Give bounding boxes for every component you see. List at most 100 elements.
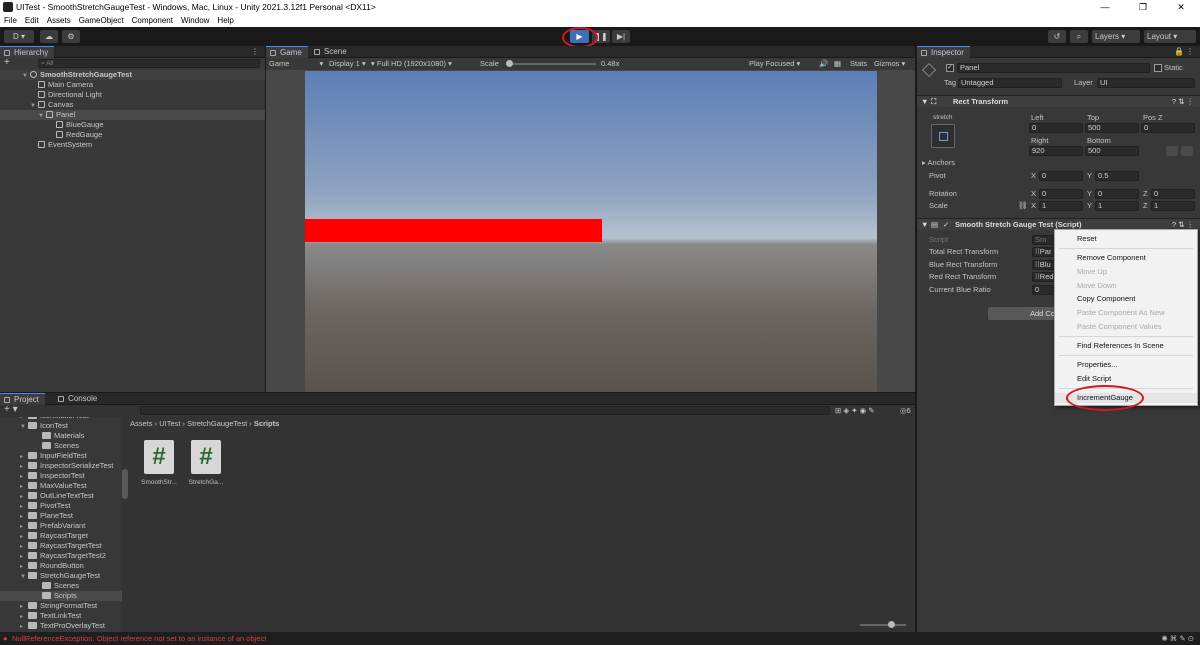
game-mode-dropdown[interactable]: Game ▾	[269, 58, 323, 70]
pivot-y-field[interactable]: 0.5	[1095, 171, 1139, 181]
folder-item[interactable]: ▼ StretchGaugeTest	[0, 571, 122, 581]
component-menu-icon[interactable]: ? ⇅ ⋮	[1172, 96, 1194, 108]
menu-window[interactable]: Window	[181, 14, 209, 27]
folder-item[interactable]: ▸ OutLineTextTest	[0, 491, 122, 501]
scale-z-field[interactable]: 1	[1151, 201, 1195, 211]
folder-tree-scrollbar[interactable]	[122, 469, 128, 499]
hierarchy-item[interactable]: RedGauge	[56, 130, 102, 140]
hierarchy-item[interactable]: ▼ Canvas	[30, 100, 73, 110]
anchors-foldout[interactable]: ▸ Anchors	[922, 158, 955, 168]
scale-y-field[interactable]: 1	[1095, 201, 1139, 211]
rect-transform-header[interactable]: ▼ ⛶ Rect Transform ? ⇅ ⋮	[917, 95, 1200, 107]
breadcrumb-assets[interactable]: Assets	[130, 419, 153, 428]
scale-x-field[interactable]: 1	[1039, 201, 1083, 211]
blueprint-mode-button[interactable]	[1166, 146, 1178, 156]
icon-size-slider[interactable]	[860, 621, 906, 628]
expand-arrow-icon[interactable]: ▼	[22, 71, 30, 81]
active-checkbox[interactable]: ✓	[946, 64, 954, 72]
menu-item-move-up[interactable]: Move Up	[1077, 267, 1107, 277]
menu-item-remove-component[interactable]: Remove Component	[1077, 253, 1146, 263]
stats-button[interactable]: Stats	[850, 58, 867, 70]
breadcrumb-uitest[interactable]: UITest	[159, 419, 180, 428]
menu-gameobject[interactable]: GameObject	[79, 14, 124, 27]
top-field[interactable]: 500	[1085, 123, 1139, 133]
right-field[interactable]: 920	[1029, 146, 1083, 156]
folder-item[interactable]: ▼ IconTest	[0, 421, 122, 431]
layout-dropdown[interactable]: Layout ▾	[1144, 30, 1196, 43]
menu-item-edit-script[interactable]: Edit Script	[1077, 374, 1111, 384]
expand-arrow-icon[interactable]: ▸	[20, 622, 28, 632]
folder-item[interactable]: ▸ InputFieldTest	[0, 451, 122, 461]
close-button[interactable]: ✕	[1162, 0, 1200, 14]
menu-item-paste-as-new[interactable]: Paste Component As New	[1077, 308, 1165, 318]
play-focused-dropdown[interactable]: Play Focused ▾	[749, 58, 800, 70]
menu-item-move-down[interactable]: Move Down	[1077, 281, 1117, 291]
folder-item[interactable]: ▸ RaycastTarget	[0, 531, 122, 541]
menu-file[interactable]: File	[4, 14, 17, 27]
minimize-button[interactable]: —	[1086, 0, 1124, 14]
menu-item-find-references[interactable]: Find References In Scene	[1077, 341, 1164, 351]
layer-dropdown[interactable]: UI	[1097, 78, 1195, 88]
folder-item[interactable]: ▸ TextProOverlayTest	[0, 621, 122, 631]
search-icon[interactable]: ⌕	[1070, 30, 1088, 43]
script-asset-icon[interactable]: #	[191, 440, 221, 474]
breadcrumb-scripts[interactable]: Scripts	[254, 419, 279, 428]
anchor-preset-button[interactable]	[931, 124, 955, 148]
hierarchy-item[interactable]: EventSystem	[38, 140, 92, 150]
create-plus-icon[interactable]: + ▾	[4, 404, 18, 415]
menu-item-reset[interactable]: Reset	[1077, 234, 1097, 244]
panel-menu-icon[interactable]: ⋮	[251, 46, 259, 58]
folder-item[interactable]: ▸ InspectorTest	[0, 471, 122, 481]
history-icon[interactable]: ↺	[1048, 30, 1066, 43]
step-button[interactable]: ▶|	[612, 30, 630, 43]
tab-console[interactable]: Console	[54, 393, 103, 405]
component-enabled-checkbox[interactable]: ✓	[943, 219, 949, 231]
folder-item[interactable]: ▸ InspectorSerializeTest	[0, 461, 122, 471]
folder-item[interactable]: ▸ PlaneTest	[0, 511, 122, 521]
game-viewport[interactable]	[305, 71, 877, 392]
hierarchy-scene-row[interactable]: ▼ SmoothStretchGaugeTest	[0, 70, 265, 80]
folder-item[interactable]: ▸ RaycastTargetTest2	[0, 551, 122, 561]
folder-item[interactable]: ▸ PivotTest	[0, 501, 122, 511]
bottom-field[interactable]: 500	[1085, 146, 1139, 156]
pivot-x-field[interactable]: 0	[1039, 171, 1083, 181]
hidden-packages-badge[interactable]: ◎6	[900, 406, 911, 415]
menu-component[interactable]: Component	[132, 14, 173, 27]
folder-item[interactable]: ▸ RaycastTargetTest	[0, 541, 122, 551]
tab-game[interactable]: Game	[266, 46, 308, 58]
display-dropdown[interactable]: Display 1 ▾	[329, 58, 366, 70]
menu-assets[interactable]: Assets	[47, 14, 71, 27]
gizmo-toggle-icon[interactable]: ▦	[834, 58, 841, 70]
tag-dropdown[interactable]: Untagged	[958, 78, 1062, 88]
menu-item-paste-values[interactable]: Paste Component Values	[1077, 322, 1162, 332]
menu-item-properties[interactable]: Properties...	[1077, 360, 1117, 370]
folder-item[interactable]: Scenes	[0, 581, 122, 591]
tab-inspector[interactable]: Inspector	[917, 46, 970, 58]
folder-item[interactable]: ▸ StringFormatTest	[0, 601, 122, 611]
layers-dropdown[interactable]: Layers ▾	[1092, 30, 1140, 43]
folder-item[interactable]: Materials	[0, 431, 122, 441]
filter-icons[interactable]: ⊞ ◈ ✦ ◉ ✎	[835, 406, 875, 415]
status-icons[interactable]: ✺ ⌘ ✎ ⊙	[1161, 632, 1194, 645]
rot-z-field[interactable]: 0	[1151, 189, 1195, 199]
folder-item[interactable]: Scripts	[0, 591, 122, 601]
hierarchy-search-input[interactable]: ⌕ All	[38, 59, 260, 68]
hierarchy-item[interactable]: Main Camera	[38, 80, 93, 90]
static-checkbox[interactable]	[1154, 64, 1162, 72]
menu-help[interactable]: Help	[217, 14, 233, 27]
mute-icon[interactable]: 🔊	[819, 58, 828, 70]
scale-slider-handle[interactable]	[506, 60, 513, 67]
hierarchy-item[interactable]: Directional Light	[38, 90, 102, 100]
tab-scene[interactable]: Scene	[310, 46, 353, 58]
breadcrumb-stretchgaugetest[interactable]: StretchGaugeTest	[187, 419, 247, 428]
maximize-button[interactable]: ❐	[1124, 0, 1162, 14]
icon-size-slider-handle[interactable]	[888, 621, 895, 628]
foldout-arrow-icon[interactable]: ▼	[921, 219, 928, 231]
gizmos-dropdown[interactable]: Gizmos ▾	[874, 58, 905, 70]
account-dropdown[interactable]: D ▾	[4, 30, 34, 43]
script-asset-icon[interactable]: #	[144, 440, 174, 474]
scale-slider[interactable]	[506, 60, 596, 67]
posz-field[interactable]: 0	[1141, 123, 1195, 133]
folder-item[interactable]: ▸ TextLinkTest	[0, 611, 122, 621]
raw-edit-button[interactable]	[1181, 146, 1193, 156]
